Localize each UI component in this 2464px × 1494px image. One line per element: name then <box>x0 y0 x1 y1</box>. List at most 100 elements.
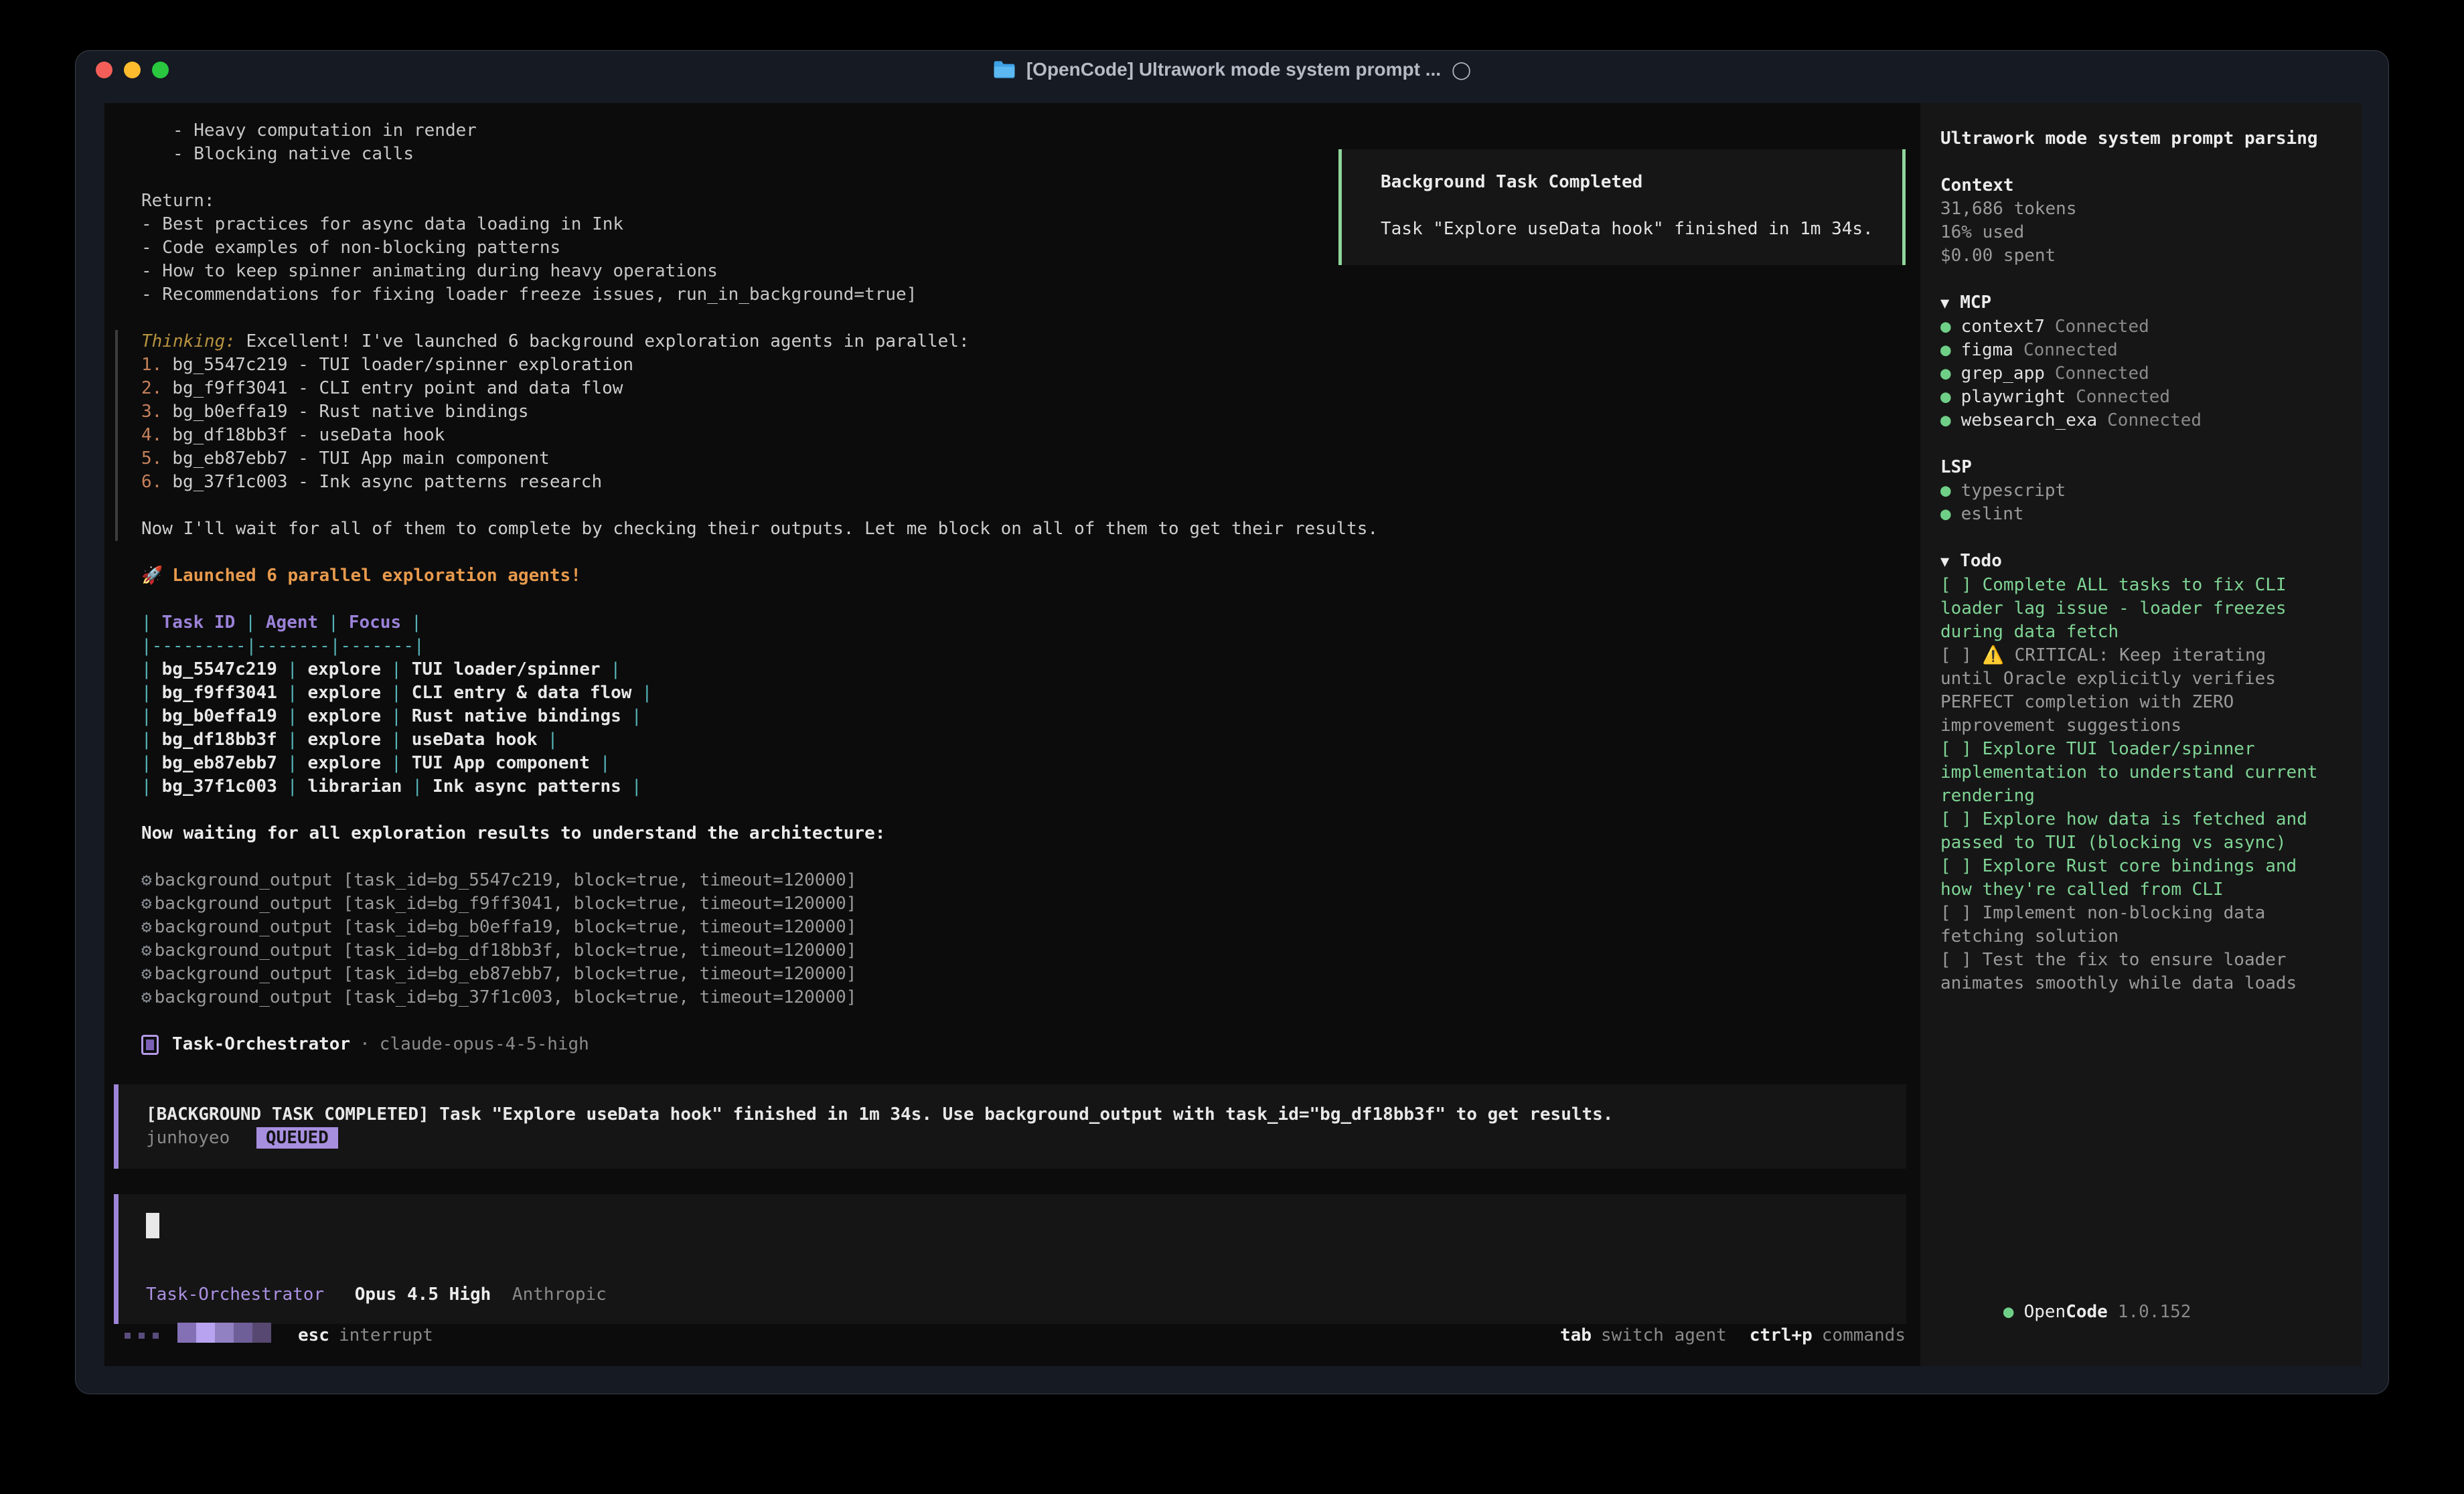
spacer <box>104 307 1920 330</box>
desktop: { "window": { "title": "[OpenCode] Ultra… <box>0 0 2464 1494</box>
zoom-button[interactable] <box>152 62 169 78</box>
spacer <box>104 588 1920 611</box>
input-agent-name[interactable]: Task-Orchestrator <box>146 1284 324 1305</box>
tool-call-line: ⚙background_output [task_id=bg_f9ff3041,… <box>141 892 1920 916</box>
item-text: bg_f9ff3041 - CLI entry point and data f… <box>172 378 623 398</box>
lsp-name: typescript <box>1961 481 2066 501</box>
tool-call-line: ⚙background_output [task_id=bg_df18bb3f,… <box>141 939 1920 963</box>
cell-task-id: bg_5547c219 <box>162 659 277 679</box>
mcp-name: grep_app <box>1961 363 2045 384</box>
esc-key-label: interrupt <box>339 1324 433 1347</box>
progress-spinner <box>177 1323 271 1349</box>
thinking-item: 4.bg_df18bb3f - useData hook <box>141 424 1920 447</box>
table-pipe: | <box>631 706 642 726</box>
table-pipe: | <box>141 659 152 679</box>
todo-item: [ ] Explore how data is fetched and pass… <box>1940 808 2329 855</box>
mcp-status: Connected <box>2055 317 2149 337</box>
tool-call-line: ⚙background_output [task_id=bg_b0effa19,… <box>141 916 1920 939</box>
gear-icon: ⚙ <box>141 894 152 914</box>
mcp-item: ●playwrightConnected <box>1940 386 2341 409</box>
context-heading: Context <box>1940 174 2341 197</box>
queued-badge: QUEUED <box>256 1127 338 1149</box>
spinner-circle-icon: ◯ <box>1452 60 1471 80</box>
status-dot-icon: ● <box>1940 504 1951 524</box>
item-text: bg_37f1c003 - Ink async patterns researc… <box>172 472 602 492</box>
table-pipe: | <box>411 612 422 633</box>
table-pipe: | <box>328 612 339 633</box>
todo-item: [ ] Complete ALL tasks to fix CLI loader… <box>1940 574 2329 644</box>
conversation-scroll-area[interactable]: - Heavy computation in render - Blocking… <box>104 103 1920 1366</box>
username: junhoyeo <box>146 1128 230 1148</box>
context-used: 16% used <box>1940 221 2341 244</box>
table-pipe: | <box>391 706 402 726</box>
spinner-dot <box>153 1333 159 1339</box>
table-pipe: | <box>391 683 402 703</box>
completed-meta-row: junhoyeo QUEUED <box>146 1127 1879 1150</box>
input-line[interactable] <box>146 1213 1879 1240</box>
status-dot-icon: ● <box>1940 387 1951 407</box>
thinking-item: 3.bg_b0effa19 - Rust native bindings <box>141 400 1920 424</box>
cell-agent: explore <box>308 730 382 750</box>
launch-banner: 🚀Launched 6 parallel exploration agents! <box>141 564 1920 588</box>
tool-call-text: background_output [task_id=bg_5547c219, … <box>155 870 857 890</box>
table-header: Agent <box>266 612 318 633</box>
spacer <box>104 799 1920 822</box>
tab-hint-group: tabswitch agent <box>1560 1324 1727 1347</box>
status-dot-icon: ● <box>1940 481 1951 501</box>
item-text: bg_eb87ebb7 - TUI App main component <box>172 448 550 469</box>
todo-section-header[interactable]: ▼ Todo <box>1940 550 2341 574</box>
sidebar-footer: ●OpenCode1.0.152 <box>1940 1277 2191 1347</box>
gear-icon: ⚙ <box>141 964 152 984</box>
item-number: 5. <box>141 448 162 469</box>
status-dot-icon: ● <box>1940 340 1951 360</box>
input-model-name[interactable]: Opus 4.5 High <box>355 1284 491 1305</box>
mcp-name: playwright <box>1961 387 2066 407</box>
table-row: |bg_f9ff3041|explore|CLI entry & data fl… <box>141 681 1920 705</box>
chevron-down-icon[interactable]: ▼ <box>1940 295 1949 312</box>
completed-message: [BACKGROUND TASK COMPLETED] Task "Explor… <box>146 1103 1879 1127</box>
lsp-item: ●eslint <box>1940 503 2341 526</box>
thinking-intro-text: Excellent! I've launched 6 background ex… <box>236 331 970 351</box>
app-version: 1.0.152 <box>2118 1302 2191 1322</box>
item-text: bg_5547c219 - TUI loader/spinner explora… <box>172 355 633 375</box>
table-row: |bg_b0effa19|explore|Rust native binding… <box>141 705 1920 728</box>
close-button[interactable] <box>96 62 112 78</box>
spacer <box>141 494 1920 517</box>
notification-toast[interactable]: Background Task Completed Task "Explore … <box>1338 149 1906 265</box>
table-pipe: | <box>391 753 402 773</box>
table-row: |bg_37f1c003|librarian|Ink async pattern… <box>141 775 1920 799</box>
mcp-status: Connected <box>2023 340 2118 360</box>
spacer <box>1940 151 2341 174</box>
cell-focus: Ink async patterns <box>433 776 621 797</box>
tool-call-line: ⚙background_output [task_id=bg_37f1c003,… <box>141 986 1920 1009</box>
table-pipe: | <box>391 659 402 679</box>
esc-key-hint: esc <box>298 1324 329 1347</box>
thinking-item: 1. bg_5547c219 - TUI loader/spinner explo… <box>141 353 1920 377</box>
cell-focus: TUI loader/spinner <box>412 659 601 679</box>
titlebar[interactable]: [OpenCode] Ultrawork mode system prompt … <box>76 51 2388 88</box>
sidebar: Ultrawork mode system prompt parsing Con… <box>1920 103 2362 1366</box>
chevron-down-icon[interactable]: ▼ <box>1940 554 1949 570</box>
item-number: 1. <box>141 355 162 375</box>
separator-dot: · <box>360 1033 370 1056</box>
sidebar-scroll-area[interactable]: Ultrawork mode system prompt parsing Con… <box>1920 103 2362 1366</box>
prompt-input-box[interactable]: Task-Orchestrator Opus 4.5 High Anthropi… <box>114 1194 1906 1324</box>
mcp-heading: MCP <box>1960 293 1991 313</box>
table-header: Focus <box>349 612 401 633</box>
cell-task-id: bg_df18bb3f <box>162 730 277 750</box>
agent-avatar-icon <box>141 1035 159 1055</box>
cell-focus: Rust native bindings <box>412 706 621 726</box>
lsp-item: ● typescript <box>1940 479 2341 503</box>
minimize-button[interactable] <box>124 62 141 78</box>
status-dot-icon: ● <box>1940 363 1951 384</box>
spacer <box>104 541 1920 564</box>
table-pipe: | <box>287 659 298 679</box>
ctrlp-hint-group: ctrl+pcommands <box>1750 1324 1906 1347</box>
spacer <box>104 845 1920 869</box>
todo-heading: Todo <box>1960 551 2002 571</box>
item-number: 6. <box>141 472 162 492</box>
item-text: bg_df18bb3f - useData hook <box>172 425 445 445</box>
app-window: [OpenCode] Ultrawork mode system prompt … <box>75 50 2389 1394</box>
gear-icon: ⚙ <box>141 987 152 1007</box>
mcp-section-header[interactable]: ▼ MCP <box>1940 291 2341 315</box>
